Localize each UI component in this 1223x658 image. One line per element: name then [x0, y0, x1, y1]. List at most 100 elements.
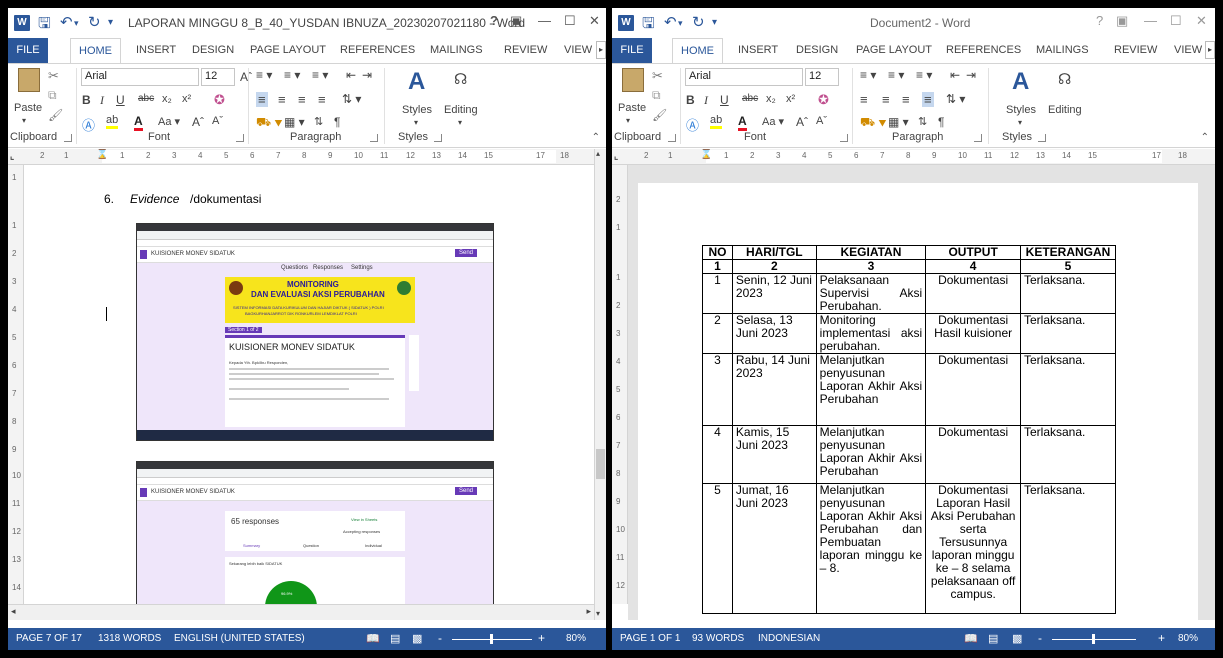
bold-icon[interactable]: B — [686, 93, 695, 107]
tab-mailings[interactable]: MAILINGS — [1036, 44, 1089, 56]
strikethrough-icon[interactable]: abc — [742, 93, 758, 104]
customize-qat-icon[interactable]: ▾ — [108, 17, 113, 28]
italic-icon[interactable]: I — [100, 93, 104, 108]
subscript-icon[interactable]: x₂ — [766, 93, 776, 105]
align-center-icon[interactable]: ≡ — [278, 92, 286, 107]
zoom-slider-thumb[interactable] — [1092, 634, 1095, 644]
tab-mailings[interactable]: MAILINGS — [430, 44, 483, 56]
increase-indent-icon[interactable]: ⇥ — [966, 68, 976, 82]
scroll-right-icon[interactable]: ▸ — [586, 606, 591, 617]
collapse-ribbon-icon[interactable]: ⌃ — [592, 132, 600, 143]
decrease-indent-icon[interactable]: ⇤ — [346, 68, 356, 82]
bold-icon[interactable]: B — [82, 93, 91, 107]
paste-icon[interactable] — [18, 68, 40, 92]
scroll-thumb[interactable] — [596, 449, 605, 479]
shrink-font-icon[interactable]: Aˇ — [212, 115, 223, 127]
show-marks-icon[interactable]: ¶ — [334, 115, 340, 129]
multilevel-list-icon[interactable]: ≡ ▾ — [312, 68, 328, 82]
customize-qat-icon[interactable]: ▾ — [712, 17, 717, 28]
document-page[interactable]: 6. Evidence /dokumentasi KUISIONER MONEV… — [24, 165, 594, 604]
font-color-icon[interactable]: A — [738, 114, 747, 131]
scroll-up-icon[interactable]: ▴ — [596, 149, 600, 158]
align-left-icon[interactable]: ≡ — [860, 92, 868, 107]
editing-label[interactable]: Editing — [444, 104, 478, 116]
justify-icon[interactable]: ≡ — [318, 92, 326, 107]
save-icon[interactable]: 🖫 — [642, 13, 655, 38]
align-right-icon[interactable]: ≡ — [298, 92, 306, 107]
tab-insert[interactable]: INSERT — [738, 44, 778, 56]
font-color-icon[interactable]: A — [134, 114, 143, 131]
copy-icon[interactable]: ⧉ — [48, 88, 57, 103]
tabs-scroll-right[interactable]: ▸ — [1205, 41, 1215, 59]
indent-marker-icon[interactable]: ⌛ — [96, 149, 108, 160]
page-count[interactable]: PAGE 7 OF 17 — [16, 633, 82, 644]
copy-icon[interactable]: ⧉ — [652, 88, 661, 103]
font-launcher-icon[interactable] — [236, 134, 244, 142]
horizontal-ruler[interactable]: ⌞ 2 1 ⌛ 1 2 3 4 5 6 7 8 9 10 11 12 13 14… — [8, 149, 606, 165]
paste-icon[interactable] — [622, 68, 644, 92]
zoom-level[interactable]: 80% — [566, 633, 586, 644]
sort-icon[interactable]: ⇅ — [918, 115, 927, 128]
tab-file[interactable]: FILE — [8, 38, 48, 63]
zoom-out-button[interactable]: - — [1038, 631, 1042, 645]
styles-icon[interactable]: A — [408, 68, 425, 96]
word-logo-icon[interactable]: W — [618, 15, 634, 31]
tab-file[interactable]: FILE — [612, 38, 652, 63]
close-button[interactable]: ✕ — [1196, 13, 1207, 29]
font-size-box[interactable]: 12 — [201, 68, 235, 86]
line-spacing-icon[interactable]: ⇅ ▾ — [342, 92, 361, 106]
word-logo-icon[interactable]: W — [14, 15, 30, 31]
borders-icon[interactable]: ▦ ▾ — [888, 115, 909, 129]
font-size-box[interactable]: 12 — [805, 68, 839, 86]
embedded-screenshot-form[interactable]: KUISIONER MONEV SIDATUK Send Questions R… — [136, 223, 494, 441]
show-marks-icon[interactable]: ¶ — [938, 115, 944, 129]
undo-icon[interactable]: ↶ — [664, 13, 677, 31]
styles-dropdown-icon[interactable]: ▾ — [1018, 118, 1022, 127]
binoculars-icon[interactable]: ☊ — [454, 70, 467, 88]
paste-label[interactable]: Paste — [14, 102, 42, 114]
vertical-ruler[interactable]: 2 1 1 2 3 4 5 6 7 8 9 10 11 12 13 — [612, 165, 628, 604]
document-area[interactable]: 6. Evidence /dokumentasi KUISIONER MONEV… — [24, 165, 594, 604]
indent-marker-icon[interactable]: ⌛ — [700, 149, 712, 160]
tab-selector-icon[interactable]: ⌞ — [10, 151, 14, 162]
undo-icon[interactable]: ↶ — [60, 13, 73, 31]
ribbon-display-icon[interactable]: ▣ — [1116, 13, 1128, 29]
tab-review[interactable]: REVIEW — [504, 44, 547, 56]
align-right-icon[interactable]: ≡ — [902, 92, 910, 107]
read-mode-icon[interactable]: 📖 — [964, 632, 978, 645]
line-spacing-icon[interactable]: ⇅ ▾ — [946, 92, 965, 106]
clipboard-launcher-icon[interactable] — [668, 134, 676, 142]
align-left-icon[interactable]: ≡ — [256, 92, 268, 107]
word-count[interactable]: 1318 WORDS — [98, 633, 161, 644]
scroll-left-icon[interactable]: ◂ — [11, 606, 16, 617]
styles-launcher-icon[interactable] — [434, 134, 442, 142]
editing-label[interactable]: Editing — [1048, 104, 1082, 116]
highlight-icon[interactable]: ab — [106, 114, 119, 129]
text-effects-icon[interactable]: Ⓐ — [82, 115, 95, 134]
document-area[interactable]: NO HARI/TGL KEGIATAN OUTPUT KETERANGAN 1… — [628, 165, 1215, 620]
grow-font-2-icon[interactable]: Aˆ — [192, 115, 204, 129]
tab-page-layout[interactable]: PAGE LAYOUT — [250, 44, 326, 56]
ribbon-display-icon[interactable]: ▣ — [510, 13, 522, 29]
underline-icon[interactable]: U — [720, 93, 729, 107]
highlight-icon[interactable]: ab — [710, 114, 723, 129]
web-layout-icon[interactable]: ▩ — [412, 632, 422, 645]
grow-font-icon[interactable]: Aˆ — [796, 115, 808, 129]
page-count[interactable]: PAGE 1 OF 1 — [620, 633, 680, 644]
maximize-button[interactable]: ☐ — [564, 13, 576, 29]
zoom-in-button[interactable]: + — [538, 631, 545, 645]
editing-dropdown-icon[interactable]: ▾ — [458, 118, 462, 127]
tab-review[interactable]: REVIEW — [1114, 44, 1157, 56]
tab-insert[interactable]: INSERT — [136, 44, 176, 56]
shading-icon[interactable]: ⛟ ▾ — [860, 115, 887, 131]
paragraph-launcher-icon[interactable] — [370, 134, 378, 142]
paste-dropdown-icon[interactable]: ▾ — [22, 116, 26, 125]
grow-font-icon[interactable]: Aˆ — [240, 70, 252, 84]
multilevel-list-icon[interactable]: ≡ ▾ — [916, 68, 932, 82]
tab-page-layout[interactable]: PAGE LAYOUT — [856, 44, 932, 56]
change-case-icon[interactable]: Aa ▾ — [158, 115, 180, 128]
tab-references[interactable]: REFERENCES — [946, 44, 1021, 56]
tab-design[interactable]: DESIGN — [796, 44, 838, 56]
maximize-button[interactable]: ☐ — [1170, 13, 1182, 29]
styles-label[interactable]: Styles — [402, 104, 432, 116]
